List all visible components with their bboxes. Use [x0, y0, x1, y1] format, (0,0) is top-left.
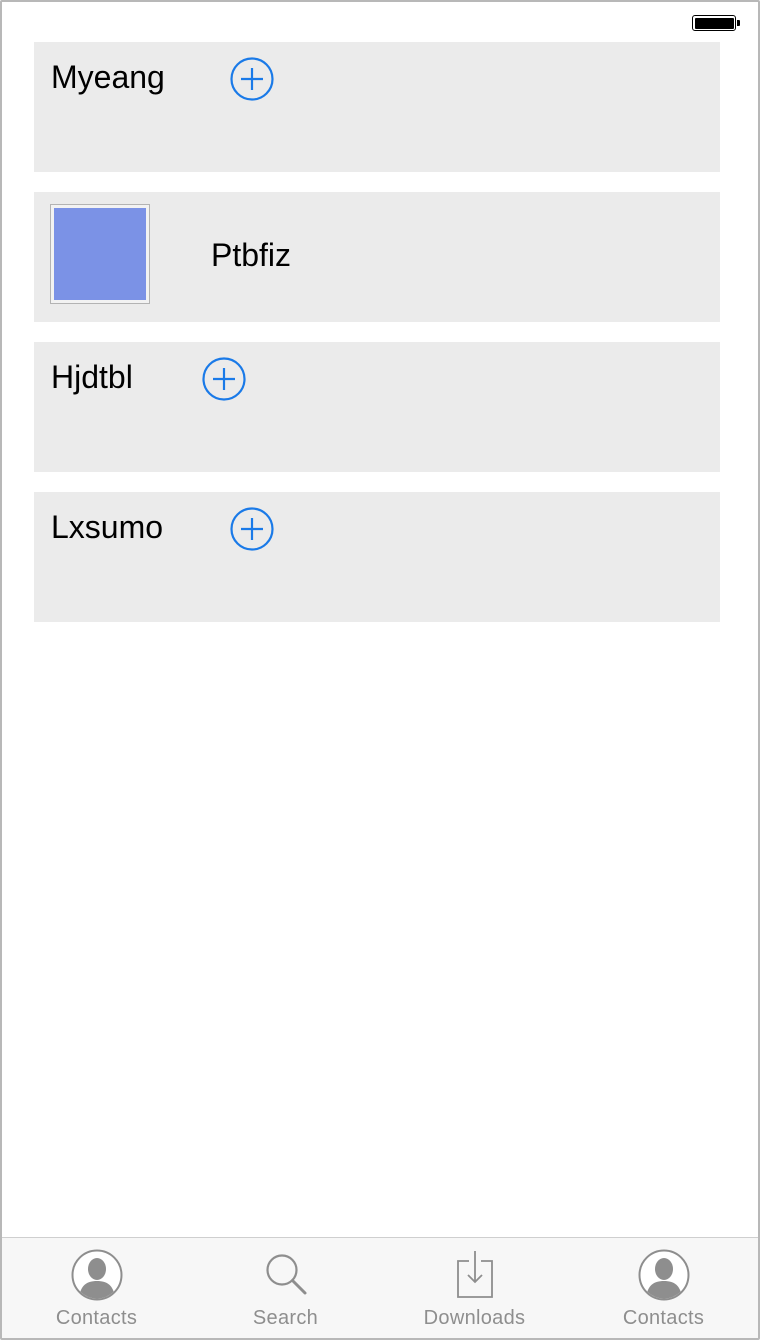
- tab-label: Downloads: [423, 1307, 526, 1329]
- contacts-icon: [638, 1249, 689, 1301]
- tab-label: Contacts: [622, 1307, 705, 1329]
- app-screen: Myeang Ptbfiz Hjdtbl Lxsumo Contacts Sea…: [0, 0, 760, 1340]
- tab-contacts-secondary[interactable]: Contacts: [569, 1238, 758, 1338]
- downloads-icon: [456, 1251, 493, 1298]
- search-icon: [265, 1254, 306, 1295]
- add-button[interactable]: [230, 57, 274, 101]
- battery-icon: [692, 15, 740, 31]
- tab-label: Contacts: [55, 1307, 138, 1329]
- tab-contacts[interactable]: Contacts: [2, 1238, 191, 1338]
- add-button[interactable]: [230, 507, 274, 551]
- tab-downloads[interactable]: Downloads: [380, 1238, 569, 1338]
- add-circle-icon: [202, 357, 246, 401]
- list-card[interactable]: Lxsumo: [34, 492, 720, 622]
- thumbnail-label: Ptbfiz: [211, 237, 292, 273]
- tab-label: Search: [252, 1307, 319, 1329]
- add-circle-icon: [230, 507, 274, 551]
- thumbnail-image: [54, 208, 146, 300]
- add-circle-icon: [230, 57, 274, 101]
- list-card[interactable]: Ptbfiz: [34, 192, 720, 322]
- contacts-icon: [71, 1249, 122, 1301]
- list-card[interactable]: Myeang: [34, 42, 720, 172]
- add-button[interactable]: [202, 357, 246, 401]
- tab-search[interactable]: Search: [191, 1238, 380, 1338]
- card-title: Myeang: [51, 59, 165, 95]
- card-title: Lxsumo: [51, 509, 164, 545]
- list-card[interactable]: Hjdtbl: [34, 342, 720, 472]
- tab-bar: Contacts Search Downloads Contacts: [2, 1237, 758, 1338]
- card-title: Hjdtbl: [51, 359, 133, 395]
- thumbnail[interactable]: [50, 204, 150, 304]
